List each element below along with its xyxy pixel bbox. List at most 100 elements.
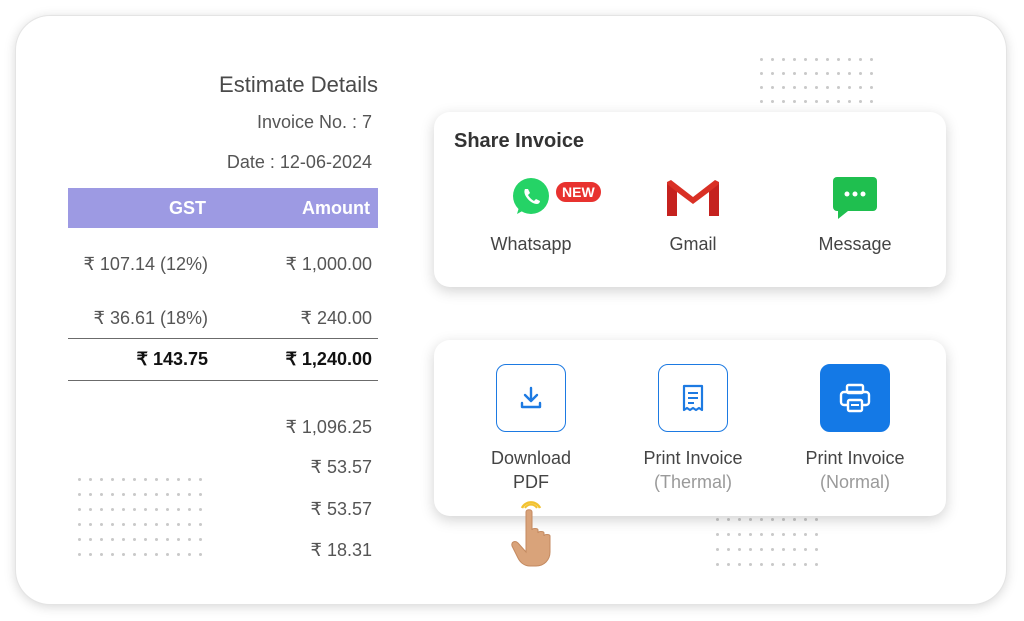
dot: [727, 548, 730, 551]
dot: [144, 553, 147, 556]
gmail-icon: [667, 180, 719, 216]
dot: [111, 538, 114, 541]
dot: [144, 508, 147, 511]
gmail-label: Gmail: [669, 234, 717, 254]
dot: [727, 533, 730, 536]
dot: [848, 58, 851, 61]
print-normal-button[interactable]: Print Invoice (Normal): [780, 364, 930, 494]
dot: [760, 518, 763, 521]
dot: [804, 548, 807, 551]
dot: [837, 100, 840, 103]
dot: [793, 518, 796, 521]
dot: [144, 478, 147, 481]
dot: [89, 553, 92, 556]
print-thermal-label: Print Invoice: [643, 448, 743, 468]
share-gmail-option[interactable]: Gmail: [618, 176, 768, 256]
invoice-number: Invoice No. : 7: [256, 112, 372, 132]
invoice-date: Date : 12-06-2024: [226, 152, 372, 172]
dot: [111, 553, 114, 556]
dot: [782, 563, 785, 566]
dot: [826, 100, 829, 103]
dot: [89, 493, 92, 496]
total-amount: ₹ 1,240.00: [285, 349, 372, 369]
dot: [133, 553, 136, 556]
dot: [826, 86, 829, 89]
dot: [793, 533, 796, 536]
print-thermal-button[interactable]: Print Invoice (Thermal): [618, 364, 768, 494]
dot: [749, 548, 752, 551]
tap-hand-icon: [511, 501, 551, 567]
dot: [188, 493, 191, 496]
dot: [89, 478, 92, 481]
dot: [100, 478, 103, 481]
dot: [78, 553, 81, 556]
dot: [760, 563, 763, 566]
dot: [760, 58, 763, 61]
dot: [122, 538, 125, 541]
dot-grid-bottom: [716, 518, 818, 566]
dot: [760, 86, 763, 89]
row1-gst: ₹ 107.14 (12%): [83, 254, 208, 274]
dot: [870, 86, 873, 89]
dot: [177, 523, 180, 526]
actions-card: Download PDF Print Invoice (Thermal) Pri…: [434, 340, 946, 516]
dot: [100, 523, 103, 526]
dot: [166, 508, 169, 511]
dot: [793, 72, 796, 75]
dot: [716, 563, 719, 566]
dot: [815, 58, 818, 61]
dot: [870, 100, 873, 103]
whatsapp-icon: [513, 178, 549, 214]
dot: [815, 72, 818, 75]
dot: [749, 518, 752, 521]
dot: [122, 508, 125, 511]
dot: [771, 58, 774, 61]
download-label-pdf: PDF: [513, 472, 549, 492]
dot: [760, 533, 763, 536]
download-label: Download: [490, 448, 572, 468]
estimate-title: Estimate Details: [219, 72, 378, 97]
share-invoice-card: Share Invoice NEW Whatsapp Gmail Message: [434, 112, 946, 287]
dot: [166, 478, 169, 481]
dot: [188, 538, 191, 541]
dot: [144, 523, 147, 526]
share-whatsapp-option[interactable]: NEW Whatsapp: [456, 176, 606, 256]
dot: [859, 72, 862, 75]
dot: [804, 518, 807, 521]
dot: [89, 538, 92, 541]
table-header: GST Amount: [68, 188, 378, 228]
dot: [111, 478, 114, 481]
summary-value-3: ₹ 53.57: [310, 499, 373, 519]
dot-grid-left: [78, 478, 202, 556]
dot: [771, 86, 774, 89]
dot: [78, 508, 81, 511]
dot: [804, 533, 807, 536]
share-invoice-title: Share Invoice: [454, 130, 585, 152]
share-message-option[interactable]: Message: [780, 176, 930, 256]
dot: [111, 523, 114, 526]
download-icon: [520, 386, 542, 409]
dot: [804, 563, 807, 566]
header-amount: Amount: [302, 198, 370, 218]
row2-gst: ₹ 36.61 (18%): [93, 308, 208, 328]
dot: [804, 58, 807, 61]
dot: [716, 518, 719, 521]
dot: [859, 100, 862, 103]
dot: [793, 100, 796, 103]
dot: [771, 533, 774, 536]
dot: [771, 100, 774, 103]
dot: [804, 86, 807, 89]
message-label: Message: [818, 234, 892, 254]
dot: [199, 538, 202, 541]
dot: [177, 538, 180, 541]
print-normal-label: Print Invoice: [805, 448, 905, 468]
whatsapp-label: Whatsapp: [490, 234, 572, 254]
dot: [826, 58, 829, 61]
download-pdf-button[interactable]: Download PDF: [456, 364, 606, 494]
dot: [188, 508, 191, 511]
dot: [782, 86, 785, 89]
dot: [122, 478, 125, 481]
dot: [738, 518, 741, 521]
total-bottom-divider: [68, 380, 378, 381]
dot: [848, 100, 851, 103]
